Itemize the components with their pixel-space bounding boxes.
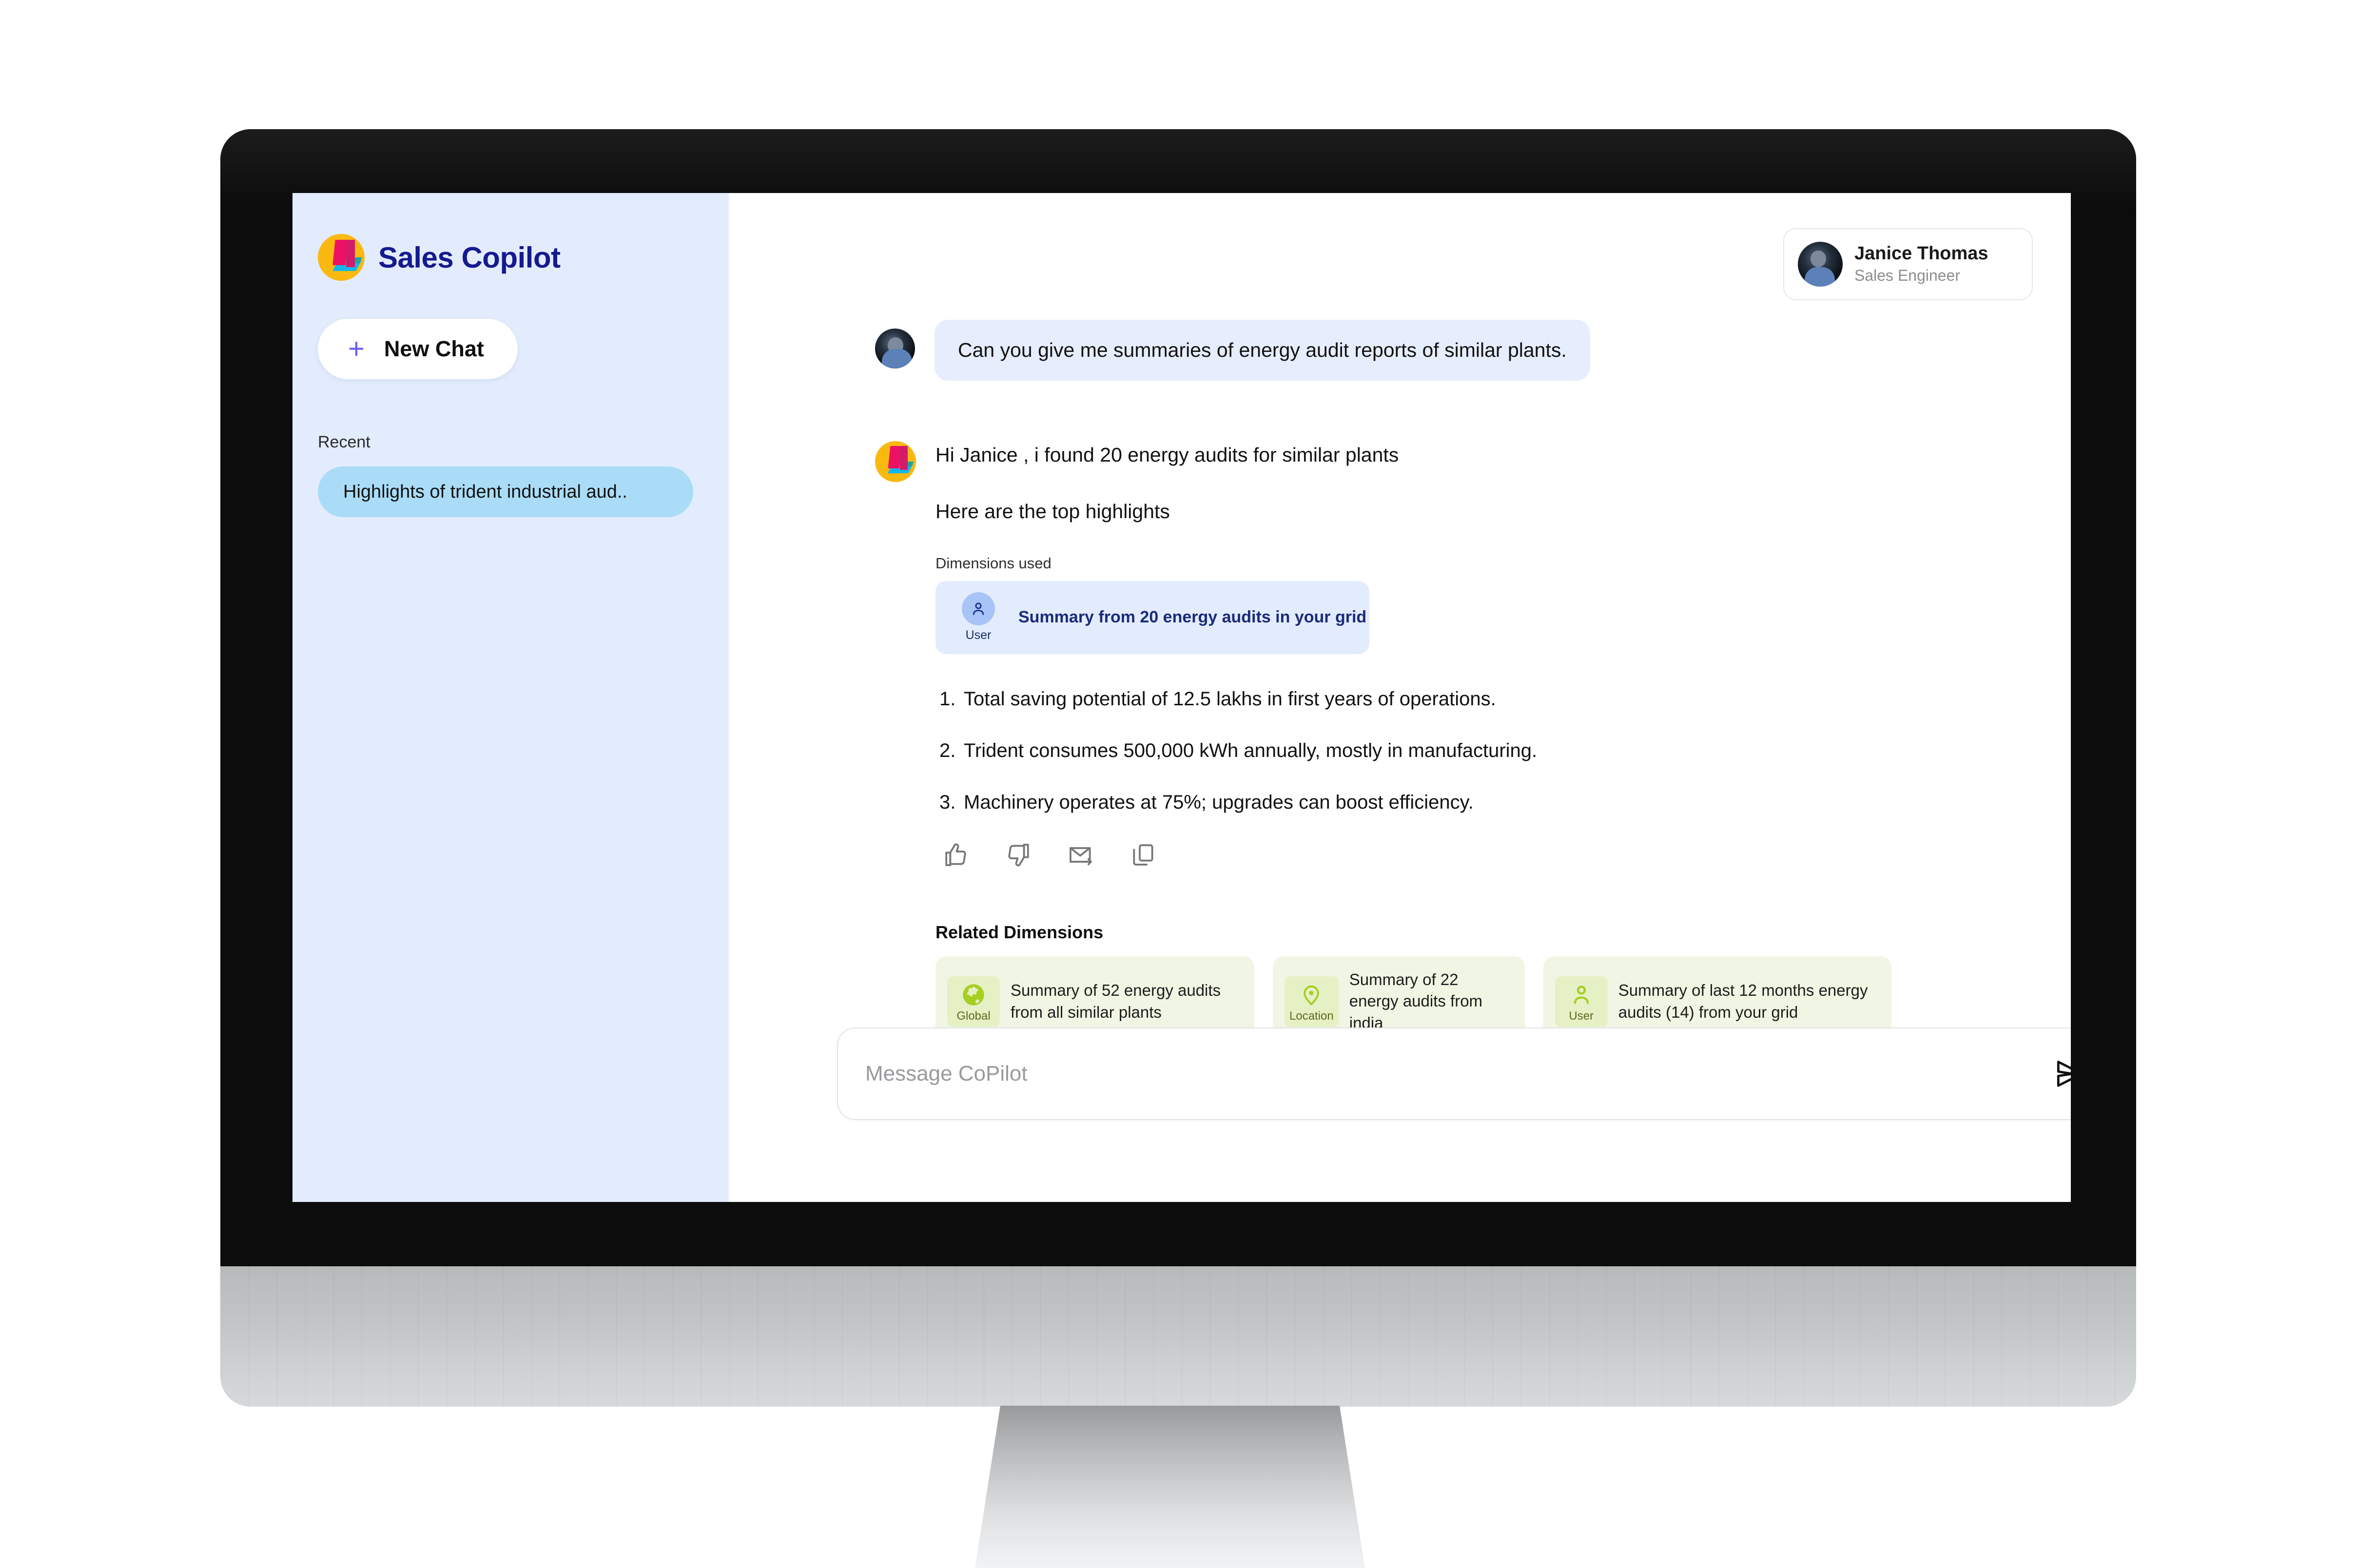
thumbs-up-icon[interactable] bbox=[942, 841, 970, 869]
user-avatar bbox=[875, 329, 915, 368]
screen-content: Sales Copilot + New Chat Recent Highligh… bbox=[292, 193, 2071, 1202]
message-actions bbox=[935, 841, 2035, 869]
message-input[interactable] bbox=[865, 1062, 2053, 1086]
conversation: Can you give me summaries of energy audi… bbox=[875, 320, 2035, 1047]
recent-list: Highlights of trident industrial aud.. bbox=[318, 466, 729, 517]
copy-icon[interactable] bbox=[1129, 841, 1157, 869]
dimensions-used-text: Summary from 20 energy audits in your gr… bbox=[1018, 608, 1367, 627]
related-dimension-text: Summary of 22 energy audits from india bbox=[1349, 970, 1483, 1032]
assistant-message-row: Hi Janice , i found 20 energy audits for… bbox=[875, 439, 2035, 1047]
user-icon bbox=[1569, 982, 1594, 1007]
new-chat-button[interactable]: + New Chat bbox=[318, 319, 518, 379]
new-chat-label: New Chat bbox=[384, 336, 484, 361]
brand: Sales Copilot bbox=[292, 234, 729, 281]
message-composer[interactable] bbox=[837, 1027, 2071, 1120]
dimension-icon-caption: User bbox=[965, 628, 992, 642]
dimensions-used-chip[interactable]: User Summary from 20 energy audits in yo… bbox=[935, 581, 1369, 654]
highlight-item: Trident consumes 500,000 kWh annually, m… bbox=[939, 738, 1538, 763]
related-dimension-icon-caption: Location bbox=[1289, 1009, 1334, 1023]
user-message-row: Can you give me summaries of energy audi… bbox=[875, 320, 2035, 381]
user-message-bubble: Can you give me summaries of energy audi… bbox=[935, 320, 1590, 381]
user-avatar bbox=[1798, 242, 1843, 287]
user-profile-card[interactable]: Janice Thomas Sales Engineer bbox=[1783, 228, 2033, 300]
recent-section-label: Recent bbox=[318, 433, 370, 451]
assistant-greeting: Hi Janice , i found 20 energy audits for… bbox=[935, 444, 1399, 466]
highlight-item: Machinery operates at 75%; upgrades can … bbox=[939, 790, 1474, 815]
globe-icon bbox=[961, 982, 986, 1007]
highlight-item: Total saving potential of 12.5 lakhs in … bbox=[939, 686, 1496, 712]
recent-chat-item[interactable]: Highlights of trident industrial aud.. bbox=[318, 466, 693, 517]
related-dimension-icon-caption: User bbox=[1569, 1009, 1594, 1023]
location-icon bbox=[1299, 982, 1324, 1007]
highlights-list: Total saving potential of 12.5 lakhs in … bbox=[935, 686, 2035, 815]
recent-chat-item-label: Highlights of trident industrial aud.. bbox=[343, 481, 627, 502]
sales-copilot-logo-icon bbox=[875, 441, 916, 483]
user-icon bbox=[962, 592, 995, 626]
plus-icon: + bbox=[348, 333, 365, 365]
email-forward-icon[interactable] bbox=[1067, 841, 1094, 869]
related-dimension-text: Summary of last 12 months energy audits … bbox=[1618, 981, 1868, 1021]
send-icon[interactable] bbox=[2053, 1057, 2071, 1090]
main-panel: Janice Thomas Sales Engineer Can you giv… bbox=[729, 193, 2071, 1202]
dimensions-used-label: Dimensions used bbox=[935, 554, 1051, 572]
related-dimensions-label: Related Dimensions bbox=[935, 922, 1104, 942]
user-name: Janice Thomas bbox=[1854, 243, 1988, 264]
related-dimension-icon-caption: Global bbox=[956, 1009, 991, 1023]
user-role: Sales Engineer bbox=[1854, 266, 1961, 284]
assistant-subheading: Here are the top highlights bbox=[935, 500, 1170, 523]
sidebar: Sales Copilot + New Chat Recent Highligh… bbox=[292, 193, 729, 1202]
brand-title: Sales Copilot bbox=[378, 241, 561, 274]
monitor-stand bbox=[975, 1406, 1365, 1568]
sales-copilot-logo-icon bbox=[318, 234, 365, 281]
thumbs-down-icon[interactable] bbox=[1005, 841, 1032, 869]
related-dimension-text: Summary of 52 energy audits from all sim… bbox=[1011, 981, 1221, 1021]
monitor-chin bbox=[220, 1266, 2136, 1407]
